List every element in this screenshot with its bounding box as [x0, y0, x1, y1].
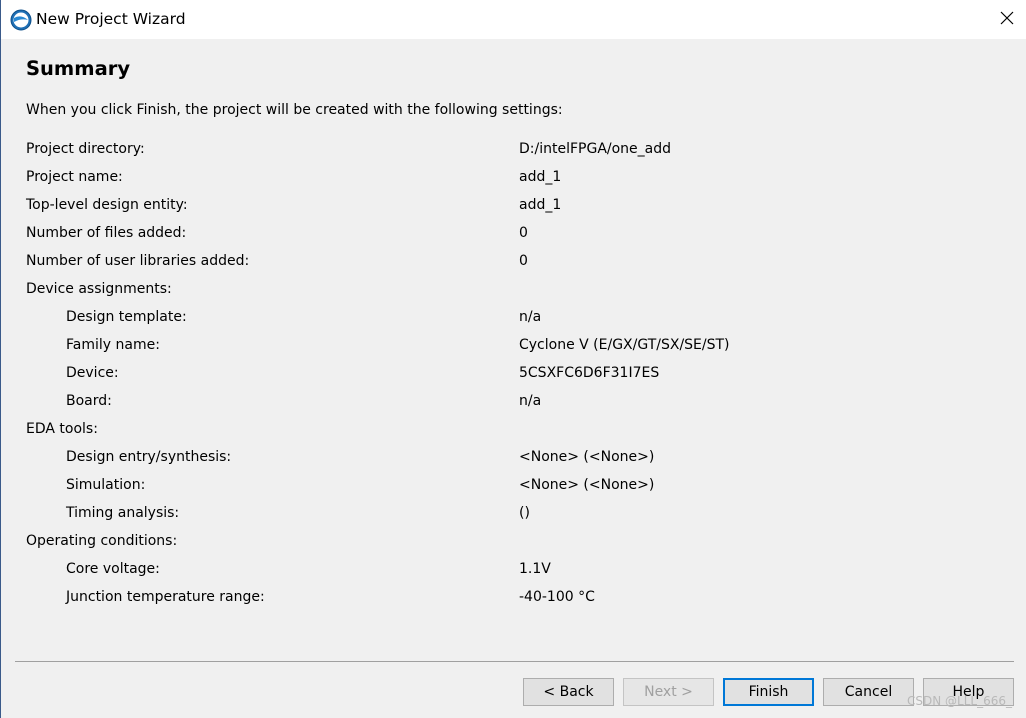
setting-label: Device assignments: [26, 281, 172, 297]
setting-label: Device: [66, 365, 119, 381]
quartus-logo-icon [10, 9, 32, 31]
back-button[interactable]: < Back [523, 678, 614, 706]
setting-value: <None> (<None>) [519, 449, 655, 465]
settings-row: Timing analysis: () [1, 500, 1001, 528]
settings-row: Device assignments: [1, 276, 1001, 304]
setting-value: 1.1V [519, 561, 551, 577]
wizard-window: New Project Wizard Summary When you clic… [0, 0, 1026, 718]
page-title: Summary [26, 57, 131, 80]
setting-value: <None> (<None>) [519, 477, 655, 493]
settings-list: Project directory: D:/intelFPGA/one_add Pr… [1, 136, 1001, 612]
settings-row: Design template: n/a [1, 304, 1001, 332]
cancel-button[interactable]: Cancel [823, 678, 914, 706]
setting-label: Project directory: [26, 141, 145, 157]
setting-value: 0 [519, 225, 528, 241]
settings-row: Number of user libraries added: 0 [1, 248, 1001, 276]
window-title: New Project Wizard [36, 10, 186, 28]
next-button[interactable]: Next > [623, 678, 714, 706]
setting-value: 0 [519, 253, 528, 269]
setting-label: Design template: [66, 309, 187, 325]
watermark-text: CSDN @LLL_666_ [907, 694, 1012, 708]
footer-divider [15, 661, 1014, 662]
settings-row: Project directory: D:/intelFPGA/one_add [1, 136, 1001, 164]
setting-label: Operating conditions: [26, 533, 178, 549]
settings-row: Junction temperature range: -40-100 °C [1, 584, 1001, 612]
setting-label: Number of user libraries added: [26, 253, 250, 269]
settings-row: Number of files added: 0 [1, 220, 1001, 248]
title-bar: New Project Wizard [1, 0, 1026, 39]
close-button[interactable] [992, 4, 1022, 34]
settings-row: Family name: Cyclone V (E/GX/GT/SX/SE/ST) [1, 332, 1001, 360]
setting-value: D:/intelFPGA/one_add [519, 141, 672, 157]
intro-text: When you click Finish, the project will … [26, 102, 563, 118]
setting-label: Top-level design entity: [26, 197, 188, 213]
settings-row: Top-level design entity: add_1 [1, 192, 1001, 220]
settings-row: Board: n/a [1, 388, 1001, 416]
setting-label: Simulation: [66, 477, 146, 493]
settings-row: Device: 5CSXFC6D6F31I7ES [1, 360, 1001, 388]
setting-value: 5CSXFC6D6F31I7ES [519, 365, 660, 381]
setting-value: add_1 [519, 197, 562, 213]
settings-row: Core voltage: 1.1V [1, 556, 1001, 584]
settings-row: Project name: add_1 [1, 164, 1001, 192]
setting-value: -40-100 °C [519, 589, 595, 605]
settings-row: Operating conditions: [1, 528, 1001, 556]
setting-label: Design entry/synthesis: [66, 449, 232, 465]
settings-row: EDA tools: [1, 416, 1001, 444]
setting-label: Board: [66, 393, 112, 409]
setting-value: n/a [519, 393, 542, 409]
setting-label: Timing analysis: [66, 505, 180, 521]
setting-label: Number of files added: [26, 225, 187, 241]
setting-label: Junction temperature range: [66, 589, 265, 605]
setting-label: EDA tools: [26, 421, 98, 437]
setting-value: n/a [519, 309, 542, 325]
settings-row: Design entry/synthesis: <None> (<None>) [1, 444, 1001, 472]
setting-value: () [519, 505, 530, 521]
close-icon [1000, 10, 1014, 29]
setting-label: Project name: [26, 169, 123, 185]
finish-button[interactable]: Finish [723, 678, 814, 706]
setting-label: Family name: [66, 337, 160, 353]
settings-row: Simulation: <None> (<None>) [1, 472, 1001, 500]
setting-value: Cyclone V (E/GX/GT/SX/SE/ST) [519, 337, 730, 353]
setting-label: Core voltage: [66, 561, 160, 577]
setting-value: add_1 [519, 169, 562, 185]
